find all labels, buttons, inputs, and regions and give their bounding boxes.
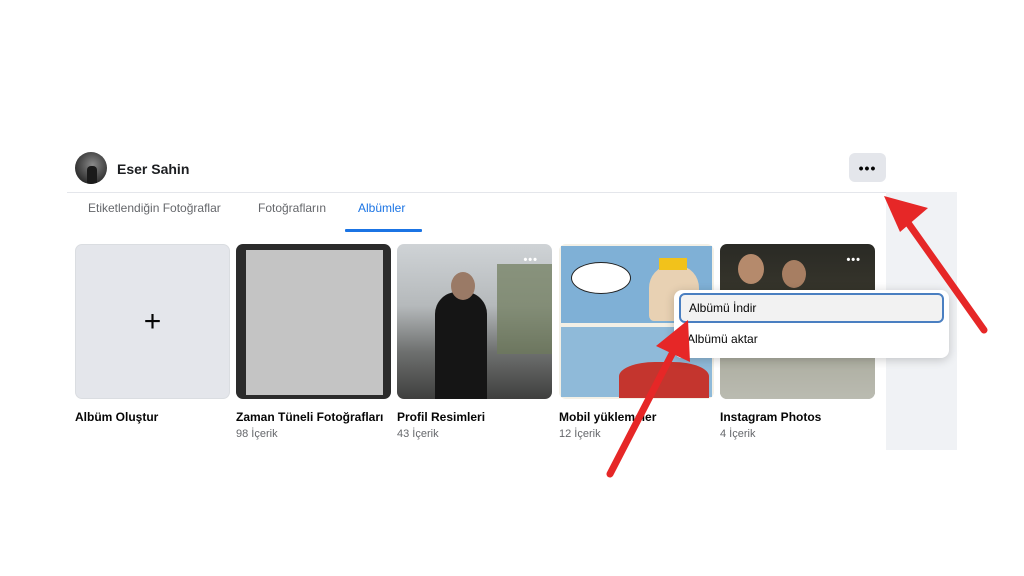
album-context-menu: Albümü İndir Albümü aktar [674, 290, 949, 358]
album-title[interactable]: Instagram Photos [720, 410, 821, 424]
person-head [451, 272, 475, 300]
album-title[interactable]: Profil Resimleri [397, 410, 485, 424]
album-cover-profile[interactable]: ••• [397, 244, 552, 399]
create-album-card[interactable]: + [75, 244, 230, 399]
menu-item-transfer-album[interactable]: Albümü aktar [679, 324, 944, 354]
speech-bubble [571, 262, 631, 294]
background-foliage [497, 264, 552, 354]
person-face [782, 260, 806, 288]
crown-icon [659, 258, 687, 270]
user-name[interactable]: Eser Sahin [117, 161, 189, 177]
album-count: 4 İçerik [720, 428, 756, 440]
blurred-photo [246, 250, 383, 395]
album-more-icon[interactable]: ••• [846, 254, 861, 266]
album-title[interactable]: Zaman Tüneli Fotoğrafları [236, 410, 383, 424]
person-silhouette [435, 292, 487, 399]
more-options-button[interactable]: ••• [849, 153, 886, 182]
profile-header: Eser Sahin ••• [67, 145, 957, 191]
active-tab-indicator [345, 229, 422, 232]
album-count: 12 İçerik [559, 428, 601, 440]
album-count: 98 İçerik [236, 428, 278, 440]
tab-your-photos[interactable]: Fotoğrafların [258, 201, 326, 215]
album-title[interactable]: Mobil yüklemeler [559, 410, 656, 424]
tab-albums[interactable]: Albümler [358, 201, 405, 215]
avatar[interactable] [75, 152, 107, 184]
person-face [738, 254, 764, 284]
album-count: 43 İçerik [397, 428, 439, 440]
tab-tagged-photos[interactable]: Etiketlendiğin Fotoğraflar [88, 201, 221, 215]
plus-icon: + [143, 304, 162, 338]
photo-tabs: Etiketlendiğin Fotoğraflar Fotoğrafların… [67, 193, 887, 233]
menu-item-download-album[interactable]: Albümü İndir [679, 293, 944, 323]
comic-robe [619, 362, 709, 398]
album-more-icon[interactable]: ••• [523, 254, 538, 266]
album-cover-timeline[interactable] [236, 244, 391, 399]
more-dots-icon: ••• [858, 159, 877, 176]
album-title[interactable]: Albüm Oluştur [75, 410, 158, 424]
